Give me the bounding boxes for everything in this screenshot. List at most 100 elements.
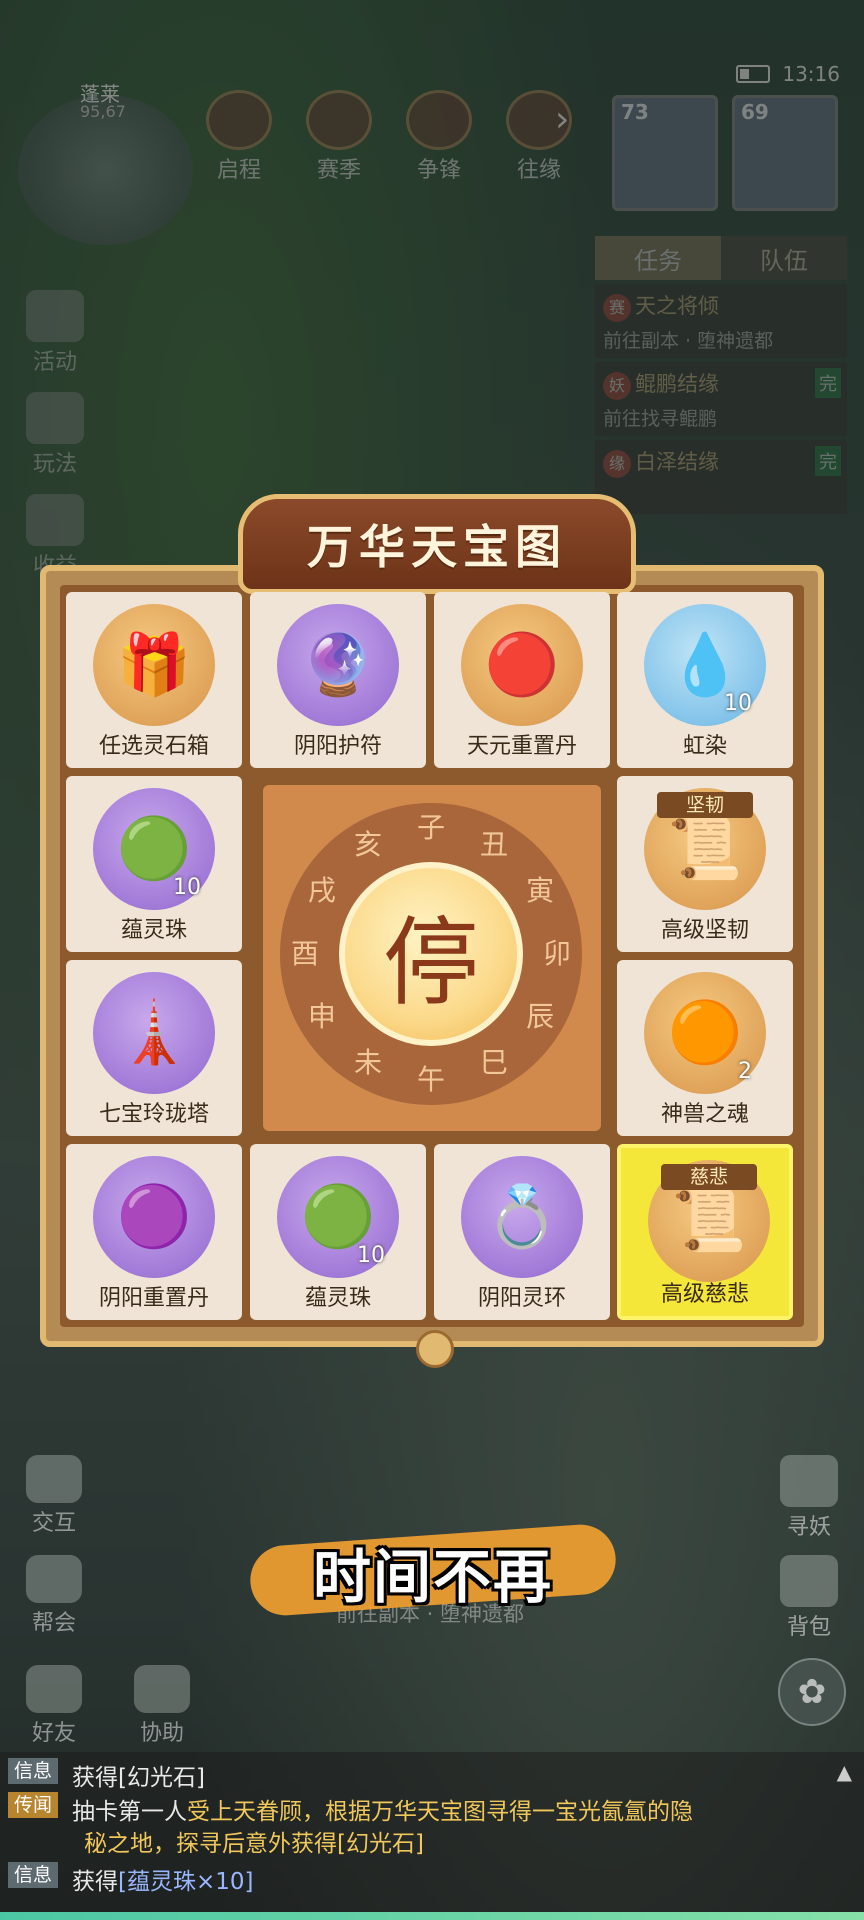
dial-char: 卯	[542, 937, 571, 970]
dial-char: 子	[416, 811, 445, 844]
find-monster-icon	[780, 1455, 838, 1507]
dial-char: 巳	[479, 1046, 508, 1080]
dial-char: 申	[307, 1000, 336, 1033]
item-icon: 🎁	[93, 604, 215, 726]
board-title-plate: 万华天宝图	[238, 494, 636, 594]
btn-bag[interactable]: 背包	[774, 1555, 844, 1641]
dial-char: 戌	[307, 874, 336, 907]
chat-log[interactable]: 信息 获得[幻光石] 传闻 抽卡第一人受上天眷顾，根据万华天宝图寻得一宝光氤氲的…	[0, 1752, 864, 1920]
item-name: 天元重置丹	[466, 734, 577, 759]
item-art-icon: 🟢	[116, 814, 192, 884]
item-art-icon: 🎁	[116, 630, 192, 700]
interact-icon	[26, 1455, 82, 1503]
chat-channel: 信息	[8, 1862, 59, 1888]
bottom-progress-bar	[0, 1912, 864, 1920]
guild-icon	[26, 1555, 82, 1603]
item-art-icon: 🗼	[116, 998, 192, 1068]
item-art-icon: 💍	[484, 1182, 560, 1252]
board-item[interactable]: 💍 阴阳灵环	[434, 1144, 610, 1320]
item-art-icon: 💧	[667, 630, 743, 700]
btn-label: 帮会	[31, 1611, 76, 1636]
chat-line: 信息 获得[幻光石]	[8, 1758, 205, 1792]
chat-line: 秘之地，探寻后意外获得[幻光石]	[84, 1824, 424, 1858]
item-quantity: 10	[173, 875, 201, 900]
chat-channel: 传闻	[8, 1792, 59, 1818]
item-name: 阴阳重置丹	[98, 1286, 209, 1311]
board-item[interactable]: 🟣 阴阳重置丹	[66, 1144, 242, 1320]
item-icon: 🟢 10	[277, 1156, 399, 1278]
board-item[interactable]: 🗼 七宝玲珑塔	[66, 960, 242, 1136]
board-item[interactable]: 🎁 任选灵石箱	[66, 592, 242, 768]
btn-interact[interactable]: 交互	[14, 1455, 94, 1537]
dial-char: 寅	[526, 874, 555, 907]
board-item[interactable]: 🟢 10 蕴灵珠	[250, 1144, 426, 1320]
bag-icon	[780, 1555, 838, 1607]
item-attribute-badge: 慈悲	[661, 1164, 757, 1190]
item-icon: 💍	[461, 1156, 583, 1278]
item-name: 虹染	[682, 734, 727, 759]
dial-char: 未	[353, 1046, 382, 1080]
item-icon: 🔴	[461, 604, 583, 726]
item-name: 七宝玲珑塔	[98, 1102, 209, 1127]
btn-label: 协助	[139, 1721, 184, 1746]
chat-line: 信息 获得[蕴灵珠×10]	[8, 1862, 254, 1896]
chat-text: [蕴灵珠×10]	[118, 1869, 254, 1895]
item-icon: 🔮	[277, 604, 399, 726]
item-quantity: 10	[357, 1243, 385, 1268]
board-item[interactable]: 🟠 2 神兽之魂	[617, 960, 793, 1136]
assist-icon	[134, 1665, 190, 1713]
board-knob	[416, 1330, 454, 1368]
board-center: 停 子 丑寅卯辰巳午 未申酉戌亥	[263, 785, 601, 1131]
friends-icon	[26, 1665, 82, 1713]
btn-guild[interactable]: 帮会	[14, 1555, 94, 1637]
stop-button[interactable]: 停	[339, 862, 523, 1046]
video-subtitle: 时间不再	[312, 1543, 553, 1611]
item-art-icon: 🔴	[484, 630, 560, 700]
btn-label: 交互	[31, 1511, 76, 1536]
item-attribute-badge: 坚韧	[657, 792, 753, 818]
item-name: 蕴灵珠	[304, 1286, 371, 1311]
dial-char: 辰	[526, 1000, 555, 1033]
board-item[interactable]: 🟢 10 蕴灵珠	[66, 776, 242, 952]
item-icon: 🟣	[93, 1156, 215, 1278]
board-title: 万华天宝图	[307, 520, 567, 574]
item-quantity: 2	[738, 1059, 752, 1084]
board-item[interactable]: 🔮 阴阳护符	[250, 592, 426, 768]
board-item[interactable]: 坚韧 📜 高级坚韧	[617, 776, 793, 952]
flower-menu-icon[interactable]: ✿	[778, 1658, 846, 1726]
zodiac-dial: 停 子 丑寅卯辰巳午 未申酉戌亥	[280, 803, 582, 1105]
item-name: 高级坚韧	[660, 918, 749, 943]
item-icon: 💧 10	[644, 604, 766, 726]
chat-text: 获得	[72, 1869, 119, 1895]
chat-channel: 信息	[8, 1758, 59, 1784]
item-name: 阴阳灵环	[477, 1286, 566, 1311]
item-art-icon: 🟠	[667, 998, 743, 1068]
item-name: 蕴灵珠	[120, 918, 187, 943]
chat-line: 传闻 抽卡第一人受上天眷顾，根据万华天宝图寻得一宝光氤氲的隐	[8, 1792, 693, 1826]
btn-assist[interactable]: 协助	[122, 1665, 202, 1747]
btn-label: 好友	[31, 1721, 76, 1746]
board-item[interactable]: 💧 10 虹染	[617, 592, 793, 768]
item-art-icon: 🔮	[300, 630, 376, 700]
item-name: 神兽之魂	[660, 1102, 749, 1127]
dial-char: 酉	[290, 937, 319, 970]
item-art-icon: 🟣	[116, 1182, 192, 1252]
chat-text: 抽卡第一人	[72, 1799, 188, 1825]
chat-text: 受上天眷顾，根据万华天宝图寻得一宝光氤氲的隐	[187, 1799, 694, 1825]
chevron-up-icon[interactable]: ▲	[837, 1760, 852, 1784]
dial-char: 亥	[353, 827, 382, 861]
item-name: 阴阳护符	[293, 734, 382, 759]
item-icon: 🟠 2	[644, 972, 766, 1094]
btn-find-monster[interactable]: 寻妖	[774, 1455, 844, 1541]
item-quantity: 10	[724, 691, 752, 716]
item-name: 任选灵石箱	[98, 734, 209, 759]
item-art-icon: 🟢	[300, 1182, 376, 1252]
btn-label: 背包	[786, 1615, 831, 1640]
board-item[interactable]: 慈悲 📜 高级慈悲	[617, 1144, 793, 1320]
btn-friends[interactable]: 好友	[14, 1665, 94, 1747]
board-item[interactable]: 🔴 天元重置丹	[434, 592, 610, 768]
chat-text: 秘之地，探寻后意外获得[幻光石]	[84, 1831, 424, 1857]
chat-text: 获得[幻光石]	[72, 1765, 205, 1791]
item-name: 高级慈悲	[660, 1282, 749, 1307]
dial-char: 午	[416, 1063, 445, 1096]
